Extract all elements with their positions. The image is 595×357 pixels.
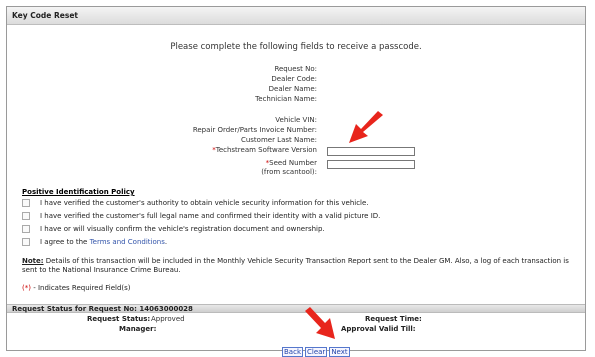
request-no-label: Request No: <box>274 65 317 73</box>
request-time-label: Request Time: <box>365 315 422 323</box>
request-status-header: Request Status for Request No: 140630000… <box>7 304 585 313</box>
techstream-label: *Techstream Software Version <box>212 146 317 154</box>
transaction-note: Note: Details of this transaction will b… <box>22 257 569 274</box>
policy-checkbox-1[interactable] <box>22 199 30 207</box>
dealer-code-label: Dealer Code: <box>271 75 317 83</box>
manager-label: Manager: <box>119 325 157 333</box>
vehicle-vin-label: Vehicle VIN: <box>275 116 317 124</box>
terms-link[interactable]: Terms and Conditions <box>90 238 165 246</box>
policy-item-2: I have verified the customer's full lega… <box>40 212 381 220</box>
key-code-reset-panel: Key Code Reset Please complete the follo… <box>6 6 586 357</box>
approval-valid-label: Approval Valid Till: <box>341 325 416 333</box>
policy-title: Positive Identification Policy <box>22 188 135 196</box>
request-status-value: Approved <box>151 315 185 323</box>
policy-checkbox-2[interactable] <box>22 212 30 220</box>
technician-name-label: Technician Name: <box>255 95 317 103</box>
red-arrow-icon <box>349 111 383 143</box>
seed-number-input[interactable] <box>327 160 415 169</box>
techstream-version-input[interactable] <box>327 147 415 156</box>
panel-title: Key Code Reset <box>7 7 585 25</box>
policy-item-1: I have verified the customer's authority… <box>40 199 369 207</box>
dealer-name-label: Dealer Name: <box>268 85 317 93</box>
policy-checkbox-4[interactable] <box>22 238 30 246</box>
seed-number-label: *Seed Number <box>265 159 317 167</box>
customer-last-name-label: Customer Last Name: <box>240 136 317 144</box>
red-arrow-icon <box>305 307 335 339</box>
policy-checkbox-3[interactable] <box>22 225 30 233</box>
clear-button[interactable]: Clear <box>305 347 328 357</box>
note-label: Note: <box>22 257 44 265</box>
seed-number-sublabel: (from scantool): <box>261 168 317 176</box>
action-buttons: Back Clear Next <box>282 347 352 357</box>
repair-order-label: Repair Order/Parts Invoice Number: <box>192 126 317 134</box>
required-fields-note: (*) - Indicates Required Field(s) <box>22 284 131 292</box>
intro-text: Please complete the following fields to … <box>170 42 422 52</box>
back-button[interactable]: Back <box>282 347 303 357</box>
policy-item-3: I have or will visually confirm the vehi… <box>40 225 325 233</box>
policy-item-4: I agree to the Terms and Conditions. <box>40 238 168 246</box>
request-status-label: Request Status: <box>87 315 151 323</box>
next-button[interactable]: Next <box>329 347 350 357</box>
